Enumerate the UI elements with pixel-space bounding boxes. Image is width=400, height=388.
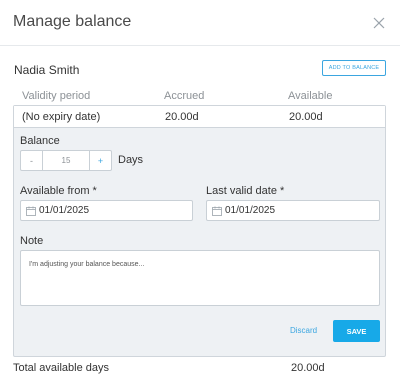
column-header-available: Available xyxy=(288,90,333,102)
total-available-label: Total available days xyxy=(13,362,110,374)
available-from-field[interactable]: 01/01/2025 xyxy=(20,200,193,221)
increment-button[interactable]: + xyxy=(89,151,111,170)
dialog-title: Manage balance xyxy=(13,13,132,30)
employee-name: Nadia Smith xyxy=(14,63,80,77)
note-textarea[interactable]: I'm adjusting your balance because... xyxy=(20,250,380,306)
table-row[interactable]: (No expiry date) 20.00d 20.00d xyxy=(14,106,385,128)
balance-stepper: - 15 + xyxy=(20,150,112,171)
row-accrued: 20.00d xyxy=(165,111,199,123)
balance-input[interactable]: 15 xyxy=(43,151,89,170)
row-validity: (No expiry date) xyxy=(22,111,101,123)
dialog-header: Manage balance xyxy=(0,0,400,46)
balance-edit-panel: (No expiry date) 20.00d 20.00d xyxy=(13,105,386,357)
manage-balance-dialog: Manage balance Nadia Smith ADD TO BALANC… xyxy=(0,0,400,388)
save-button[interactable]: SAVE xyxy=(333,320,380,342)
balance-label: Balance xyxy=(20,135,60,147)
note-label: Note xyxy=(20,235,44,247)
decrement-button[interactable]: - xyxy=(21,151,43,170)
close-icon[interactable] xyxy=(372,16,386,30)
balance-unit-label: Days xyxy=(118,154,144,166)
last-valid-date-field[interactable]: 01/01/2025 xyxy=(206,200,380,221)
calendar-icon xyxy=(26,206,36,216)
discard-button[interactable]: Discard xyxy=(290,326,317,335)
available-from-value: 01/01/2025 xyxy=(39,205,90,216)
column-header-validity: Validity period xyxy=(22,90,91,102)
row-available: 20.00d xyxy=(289,111,323,123)
add-to-balance-button[interactable]: ADD TO BALANCE xyxy=(322,60,386,76)
column-header-accrued: Accrued xyxy=(164,90,205,102)
last-valid-date-label: Last valid date * xyxy=(206,185,285,197)
total-available-value: 20.00d xyxy=(291,362,325,374)
calendar-icon xyxy=(212,206,222,216)
available-from-label: Available from * xyxy=(20,185,97,197)
last-valid-date-value: 01/01/2025 xyxy=(225,205,276,216)
